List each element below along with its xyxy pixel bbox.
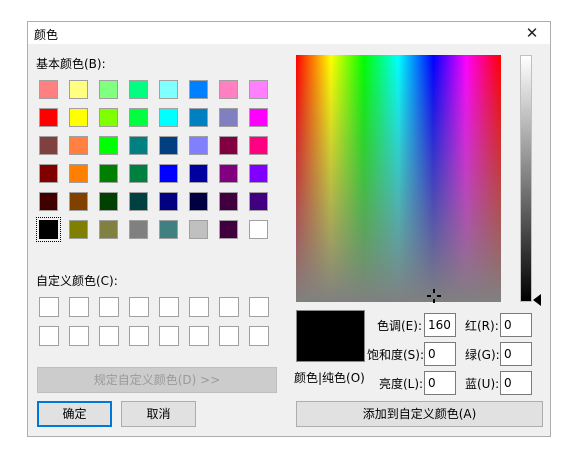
dialog-title: 颜色	[34, 28, 59, 42]
custom-color-swatch[interactable]	[69, 297, 89, 317]
color-dialog: 颜色 ✕ 基本颜色(B): 自定义颜色(C): 规定自定义颜色(D) >> 确定…	[27, 21, 551, 437]
luminance-arrow-icon[interactable]	[533, 294, 541, 306]
luminance-label: 亮度(L):	[379, 377, 424, 391]
color-solid-label: 颜色|纯色(O)	[294, 371, 365, 385]
basic-color-swatch[interactable]	[129, 80, 148, 99]
custom-color-swatch[interactable]	[39, 297, 59, 317]
custom-color-swatch[interactable]	[189, 297, 209, 317]
basic-color-swatch[interactable]	[249, 108, 268, 127]
basic-color-swatch[interactable]	[189, 80, 208, 99]
basic-color-swatch[interactable]	[189, 192, 208, 211]
custom-color-swatch[interactable]	[99, 297, 119, 317]
cancel-button[interactable]: 取消	[121, 401, 196, 427]
basic-color-swatch[interactable]	[99, 108, 118, 127]
basic-color-swatch[interactable]	[189, 136, 208, 155]
basic-color-swatch[interactable]	[39, 136, 58, 155]
basic-color-swatch[interactable]	[189, 108, 208, 127]
basic-color-swatch[interactable]	[39, 164, 58, 183]
custom-color-swatch[interactable]	[219, 297, 239, 317]
basic-color-swatch[interactable]	[69, 220, 88, 239]
basic-color-swatch[interactable]	[36, 217, 61, 242]
ok-button[interactable]: 确定	[37, 401, 112, 427]
color-preview	[296, 310, 365, 362]
basic-color-swatch[interactable]	[99, 80, 118, 99]
basic-color-swatch[interactable]	[249, 164, 268, 183]
blue-input[interactable]	[500, 371, 532, 395]
basic-color-swatch[interactable]	[69, 136, 88, 155]
basic-color-swatch[interactable]	[189, 164, 208, 183]
basic-color-swatch[interactable]	[159, 192, 178, 211]
red-input[interactable]	[500, 313, 532, 337]
basic-color-swatch[interactable]	[159, 108, 178, 127]
custom-color-swatch[interactable]	[189, 326, 209, 346]
basic-color-swatch[interactable]	[69, 192, 88, 211]
basic-color-swatch[interactable]	[189, 220, 208, 239]
basic-color-swatch[interactable]	[39, 108, 58, 127]
custom-color-swatch[interactable]	[129, 326, 149, 346]
close-icon[interactable]: ✕	[514, 22, 550, 44]
basic-colors-label: 基本颜色(B):	[36, 57, 106, 71]
basic-color-swatch[interactable]	[159, 164, 178, 183]
custom-color-swatch[interactable]	[219, 326, 239, 346]
add-to-custom-colors-button[interactable]: 添加到自定义颜色(A)	[296, 401, 543, 427]
luminance-input[interactable]	[424, 371, 456, 395]
basic-color-swatch[interactable]	[129, 220, 148, 239]
basic-color-swatch[interactable]	[219, 220, 238, 239]
basic-color-swatch[interactable]	[219, 192, 238, 211]
basic-color-swatch[interactable]	[219, 164, 238, 183]
saturation-label: 饱和度(S):	[367, 348, 425, 362]
basic-color-swatch[interactable]	[219, 108, 238, 127]
define-custom-colors-button[interactable]: 规定自定义颜色(D) >>	[37, 367, 277, 393]
custom-color-swatch[interactable]	[129, 297, 149, 317]
color-spectrum[interactable]	[296, 55, 501, 302]
basic-color-swatch[interactable]	[69, 164, 88, 183]
basic-color-swatch[interactable]	[159, 220, 178, 239]
basic-color-swatch[interactable]	[99, 164, 118, 183]
blue-label: 蓝(U):	[465, 377, 500, 391]
basic-color-swatch[interactable]	[159, 136, 178, 155]
basic-color-swatch[interactable]	[219, 80, 238, 99]
hue-input[interactable]	[424, 313, 456, 337]
basic-color-swatch[interactable]	[129, 192, 148, 211]
basic-color-swatch[interactable]	[129, 164, 148, 183]
basic-color-swatch[interactable]	[129, 108, 148, 127]
basic-color-swatch[interactable]	[249, 80, 268, 99]
basic-color-swatch[interactable]	[39, 192, 58, 211]
hue-label: 色调(E):	[377, 319, 422, 333]
basic-color-swatch[interactable]	[99, 136, 118, 155]
custom-color-swatch[interactable]	[249, 326, 269, 346]
basic-color-swatch[interactable]	[39, 80, 58, 99]
basic-color-swatch[interactable]	[69, 80, 88, 99]
spectrum-crosshair-icon	[427, 289, 441, 303]
saturation-input[interactable]	[424, 342, 456, 366]
custom-color-swatch[interactable]	[249, 297, 269, 317]
basic-color-swatch[interactable]	[159, 80, 178, 99]
basic-color-swatch[interactable]	[99, 220, 118, 239]
basic-color-swatch[interactable]	[129, 136, 148, 155]
custom-color-swatch[interactable]	[69, 326, 89, 346]
basic-color-swatch[interactable]	[69, 108, 88, 127]
custom-color-swatch[interactable]	[159, 297, 179, 317]
custom-color-swatch[interactable]	[39, 326, 59, 346]
basic-color-swatch[interactable]	[249, 220, 268, 239]
luminance-slider[interactable]	[520, 55, 532, 302]
custom-colors-label: 自定义颜色(C):	[36, 274, 118, 288]
green-input[interactable]	[500, 342, 532, 366]
basic-color-swatch[interactable]	[99, 192, 118, 211]
basic-color-swatch[interactable]	[219, 136, 238, 155]
basic-color-swatch[interactable]	[249, 136, 268, 155]
red-label: 红(R):	[465, 319, 499, 333]
green-label: 绿(G):	[465, 348, 500, 362]
custom-color-swatch[interactable]	[159, 326, 179, 346]
custom-color-swatch[interactable]	[99, 326, 119, 346]
basic-color-swatch[interactable]	[249, 192, 268, 211]
title-bar: 颜色 ✕	[28, 22, 550, 44]
